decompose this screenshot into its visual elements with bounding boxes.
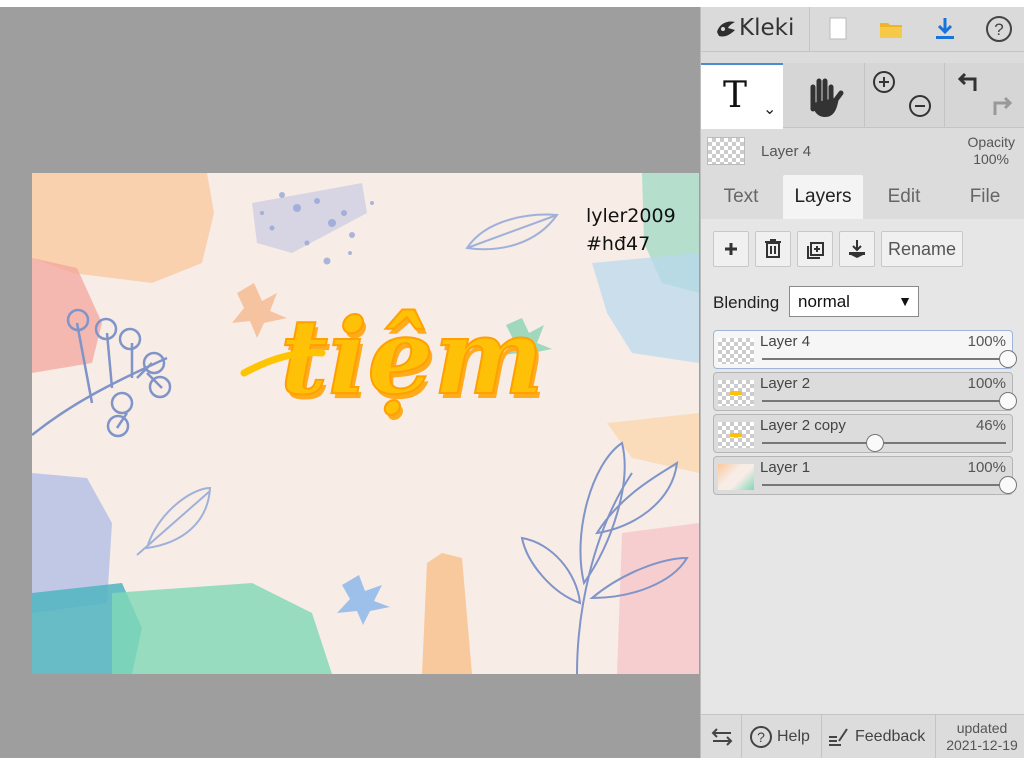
undo-icon[interactable]	[955, 69, 981, 95]
updated-label: updated	[956, 720, 1008, 736]
layer-opacity-slider[interactable]	[762, 400, 1006, 402]
rename-layer-button[interactable]: Rename	[881, 231, 963, 267]
tool-panel: Kleki ? T ⌄ Layer 4 Opacity 100% Text La…	[700, 7, 1024, 759]
new-file-icon[interactable]	[824, 15, 852, 43]
slider-knob[interactable]	[999, 476, 1017, 494]
plus-icon	[725, 243, 737, 255]
redo-icon[interactable]	[989, 93, 1015, 119]
blending-select[interactable]: normal ▼	[789, 286, 919, 317]
tab-edit[interactable]: Edit	[865, 175, 943, 219]
swap-sides-icon[interactable]	[709, 725, 735, 749]
layer-thumbnail-content	[730, 391, 742, 395]
layer-name: Layer 4	[760, 333, 811, 350]
slider-knob[interactable]	[999, 392, 1017, 410]
layer-name: Layer 2 copy	[760, 417, 846, 434]
text-tool-glyph: T	[723, 75, 748, 116]
layer-thumbnail	[718, 464, 754, 490]
layer-row[interactable]: Layer 1 100%	[713, 456, 1017, 495]
layer-name: Layer 1	[760, 459, 811, 476]
kleki-logo-icon	[717, 21, 735, 37]
title-swash	[240, 349, 326, 377]
duplicate-layer-button[interactable]	[797, 231, 833, 267]
download-icon[interactable]	[931, 15, 959, 43]
help-icon: ?	[750, 726, 772, 748]
zoom-out-icon[interactable]	[907, 93, 933, 119]
tab-text[interactable]: Text	[701, 175, 781, 219]
zoom-in-icon[interactable]	[871, 69, 897, 95]
layer-opacity: 100%	[967, 375, 1006, 392]
top-toolbar: Kleki ?	[701, 7, 1024, 52]
trash-icon	[765, 239, 781, 258]
feedback-icon	[829, 728, 848, 746]
tab-layers[interactable]: Layers	[783, 175, 863, 219]
help-icon[interactable]: ?	[985, 15, 1013, 43]
layer-opacity-slider[interactable]	[762, 358, 1006, 360]
help-button[interactable]: ? Help	[747, 715, 817, 759]
chevron-down-icon: ▼	[898, 293, 912, 309]
layer-thumbnail	[718, 380, 754, 406]
folder-icon[interactable]	[877, 15, 905, 43]
layer-thumbnail	[718, 338, 754, 364]
delete-layer-button[interactable]	[755, 231, 791, 267]
panel-tabs: Text Layers Edit File	[701, 175, 1024, 219]
opacity-value: 100%	[973, 151, 1009, 167]
opacity-label: Opacity	[967, 134, 1015, 150]
layer-opacity-slider[interactable]	[762, 484, 1006, 486]
updated-info: updated 2021-12-19	[939, 720, 1024, 754]
add-layer-button[interactable]	[713, 231, 749, 267]
layer-row[interactable]: Layer 4 100%	[713, 330, 1017, 369]
hand-icon	[810, 78, 844, 117]
duplicate-icon	[807, 242, 824, 259]
layer-name: Layer 2	[760, 375, 811, 392]
slider-knob[interactable]	[866, 434, 885, 452]
svg-text:?: ?	[994, 20, 1003, 39]
updated-date: 2021-12-19	[946, 737, 1018, 753]
feedback-label: Feedback	[855, 728, 926, 745]
canvas-area[interactable]: lyler2009 #hđ47 tiệm	[0, 7, 700, 758]
blending-label: Blending	[713, 293, 780, 312]
blending-value: normal	[798, 292, 850, 311]
app-name: Kleki	[739, 15, 795, 41]
tab-file[interactable]: File	[945, 175, 1024, 219]
svg-text:?: ?	[757, 729, 765, 745]
current-layer-thumbnail	[707, 137, 745, 165]
merge-down-button[interactable]	[839, 231, 875, 267]
layer-opacity: 100%	[967, 333, 1006, 350]
layer-thumbnail-content	[730, 433, 742, 437]
current-layer-info: Layer 4 Opacity 100%	[701, 129, 1024, 169]
text-tool-button[interactable]: T ⌄	[701, 63, 783, 129]
layers-panel: Rename Blending normal ▼ Layer 4 100% Laye…	[701, 219, 1024, 714]
layer-opacity: 46%	[975, 417, 1006, 434]
slider-knob[interactable]	[999, 350, 1017, 368]
drawing-canvas[interactable]: lyler2009 #hđ47 tiệm	[32, 173, 699, 674]
bottom-bar: ? Help Feedback updated 2021-12-19	[701, 714, 1024, 759]
chevron-down-icon[interactable]: ⌄	[763, 99, 776, 119]
layer-thumbnail	[718, 422, 754, 448]
layer-row[interactable]: Layer 2 copy 46%	[713, 414, 1013, 453]
merge-down-icon	[849, 240, 865, 258]
tool-row: T ⌄	[701, 63, 1024, 129]
current-layer-name: Layer 4	[761, 143, 812, 160]
layer-opacity: 100%	[967, 459, 1006, 476]
feedback-button[interactable]: Feedback	[827, 715, 933, 759]
help-label: Help	[777, 728, 810, 745]
layer-row[interactable]: Layer 2 100%	[713, 372, 1017, 411]
hand-tool-button[interactable]	[783, 63, 865, 127]
